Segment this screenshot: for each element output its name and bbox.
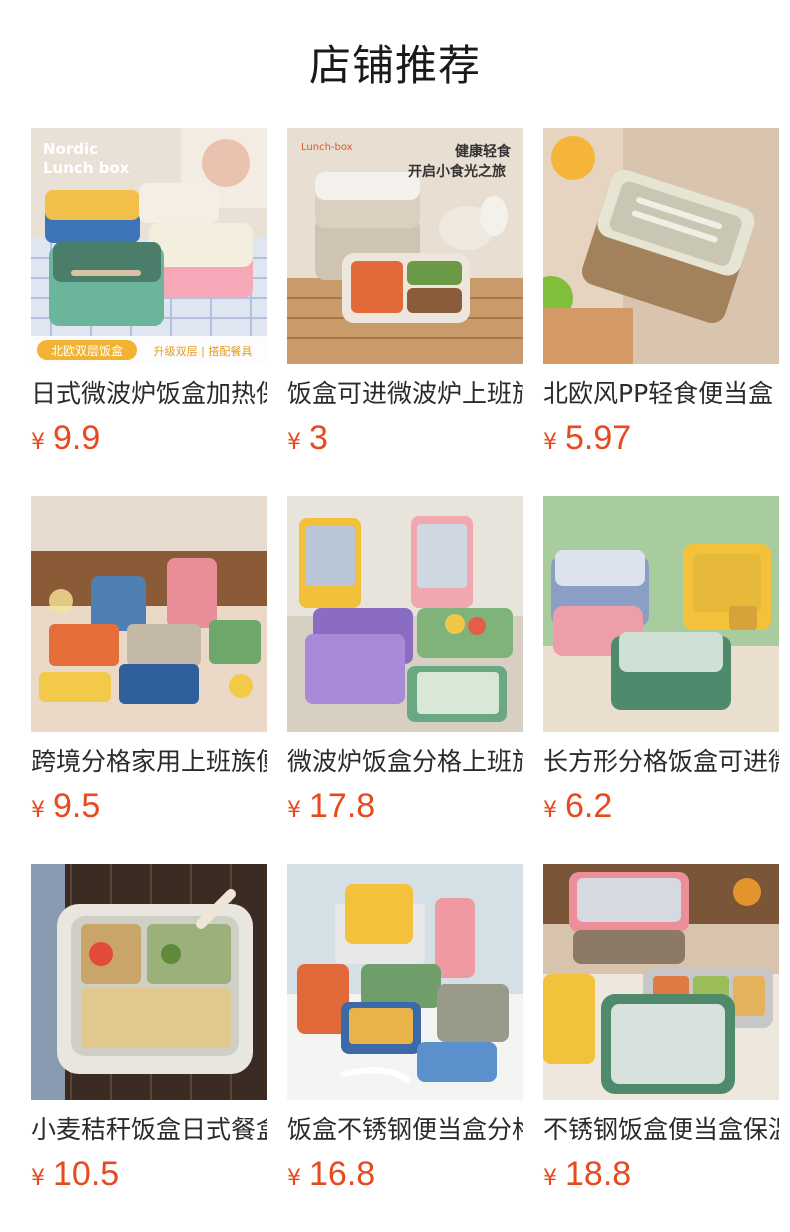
- currency-symbol: ¥: [543, 430, 557, 455]
- image-text: Lunch box: [43, 159, 130, 177]
- product-name[interactable]: 小麦秸秆饭盒日式餐盒: [31, 1114, 267, 1146]
- product-card[interactable]: 跨境分格家用上班族便当盒 ¥9.5: [31, 496, 267, 826]
- currency-symbol: ¥: [287, 798, 301, 823]
- image-text: 开启小食光之旅: [408, 163, 506, 180]
- product-price: ¥16.8: [287, 1154, 523, 1194]
- product-name[interactable]: 微波炉饭盒分格上班族便当盒: [287, 746, 523, 778]
- image-text: Nordic: [43, 140, 98, 158]
- price-value: 17.8: [309, 787, 376, 825]
- product-price: ¥17.8: [287, 786, 523, 826]
- price-value: 10.5: [53, 1155, 120, 1193]
- product-image[interactable]: [543, 864, 779, 1100]
- price-value: 16.8: [309, 1155, 376, 1193]
- product-price: ¥3: [287, 418, 523, 458]
- product-image[interactable]: [31, 496, 267, 732]
- product-card[interactable]: Lunch-box 健康轻食 开启小食光之旅 饭盒可进微波炉上班族便当盒 ¥3: [287, 128, 523, 458]
- product-name[interactable]: 日式微波炉饭盒加热保温上班族: [31, 378, 267, 410]
- image-text: 北欧双层饭盒: [51, 343, 123, 358]
- price-value: 9.5: [53, 787, 101, 825]
- currency-symbol: ¥: [543, 798, 557, 823]
- page-title: 店铺推荐: [308, 41, 481, 90]
- product-card[interactable]: 北欧风PP轻食便当盒 ¥5.97: [543, 128, 779, 458]
- image-text: 升级双层 | 搭配餐具: [154, 344, 253, 358]
- price-value: 6.2: [565, 787, 613, 825]
- currency-symbol: ¥: [31, 1166, 45, 1191]
- product-price: ¥10.5: [31, 1154, 267, 1194]
- product-card[interactable]: 微波炉饭盒分格上班族便当盒 ¥17.8: [287, 496, 523, 826]
- product-price: ¥18.8: [543, 1154, 779, 1194]
- product-image[interactable]: 北欧双层饭盒 升级双层 | 搭配餐具 Nordic Lunch box: [31, 128, 267, 364]
- currency-symbol: ¥: [287, 430, 301, 455]
- product-card[interactable]: 长方形分格饭盒可进微波炉 ¥6.2: [543, 496, 779, 826]
- price-value: 9.9: [53, 419, 101, 457]
- product-name[interactable]: 北欧风PP轻食便当盒: [543, 378, 779, 410]
- product-image[interactable]: [31, 864, 267, 1100]
- product-card[interactable]: 北欧双层饭盒 升级双层 | 搭配餐具 Nordic Lunch box 日式微波…: [31, 128, 267, 458]
- product-price: ¥9.9: [31, 418, 267, 458]
- currency-symbol: ¥: [287, 1166, 301, 1191]
- product-image[interactable]: [287, 496, 523, 732]
- product-name[interactable]: 饭盒可进微波炉上班族便当盒: [287, 378, 523, 410]
- product-image[interactable]: [543, 128, 779, 364]
- product-image[interactable]: [287, 864, 523, 1100]
- currency-symbol: ¥: [31, 798, 45, 823]
- currency-symbol: ¥: [31, 430, 45, 455]
- price-value: 3: [309, 419, 328, 457]
- product-name[interactable]: 饭盒不锈钢便当盒分格: [287, 1114, 523, 1146]
- product-card[interactable]: 饭盒不锈钢便当盒分格 ¥16.8: [287, 864, 523, 1194]
- product-price: ¥9.5: [31, 786, 267, 826]
- image-text: Lunch-box: [301, 142, 353, 153]
- product-card[interactable]: 小麦秸秆饭盒日式餐盒 ¥10.5: [31, 864, 267, 1194]
- page-header: 店铺推荐: [0, 0, 790, 128]
- price-value: 5.97: [565, 419, 632, 457]
- product-price: ¥6.2: [543, 786, 779, 826]
- currency-symbol: ¥: [543, 1166, 557, 1191]
- product-name[interactable]: 长方形分格饭盒可进微波炉: [543, 746, 779, 778]
- product-name[interactable]: 不锈钢饭盒便当盒保温: [543, 1114, 779, 1146]
- image-text: 健康轻食: [455, 143, 512, 160]
- product-name[interactable]: 跨境分格家用上班族便当盒: [31, 746, 267, 778]
- product-image[interactable]: Lunch-box 健康轻食 开启小食光之旅: [287, 128, 523, 364]
- product-card[interactable]: 不锈钢饭盒便当盒保温 ¥18.8: [543, 864, 779, 1194]
- product-price: ¥5.97: [543, 418, 779, 458]
- price-value: 18.8: [565, 1155, 632, 1193]
- product-image[interactable]: [543, 496, 779, 732]
